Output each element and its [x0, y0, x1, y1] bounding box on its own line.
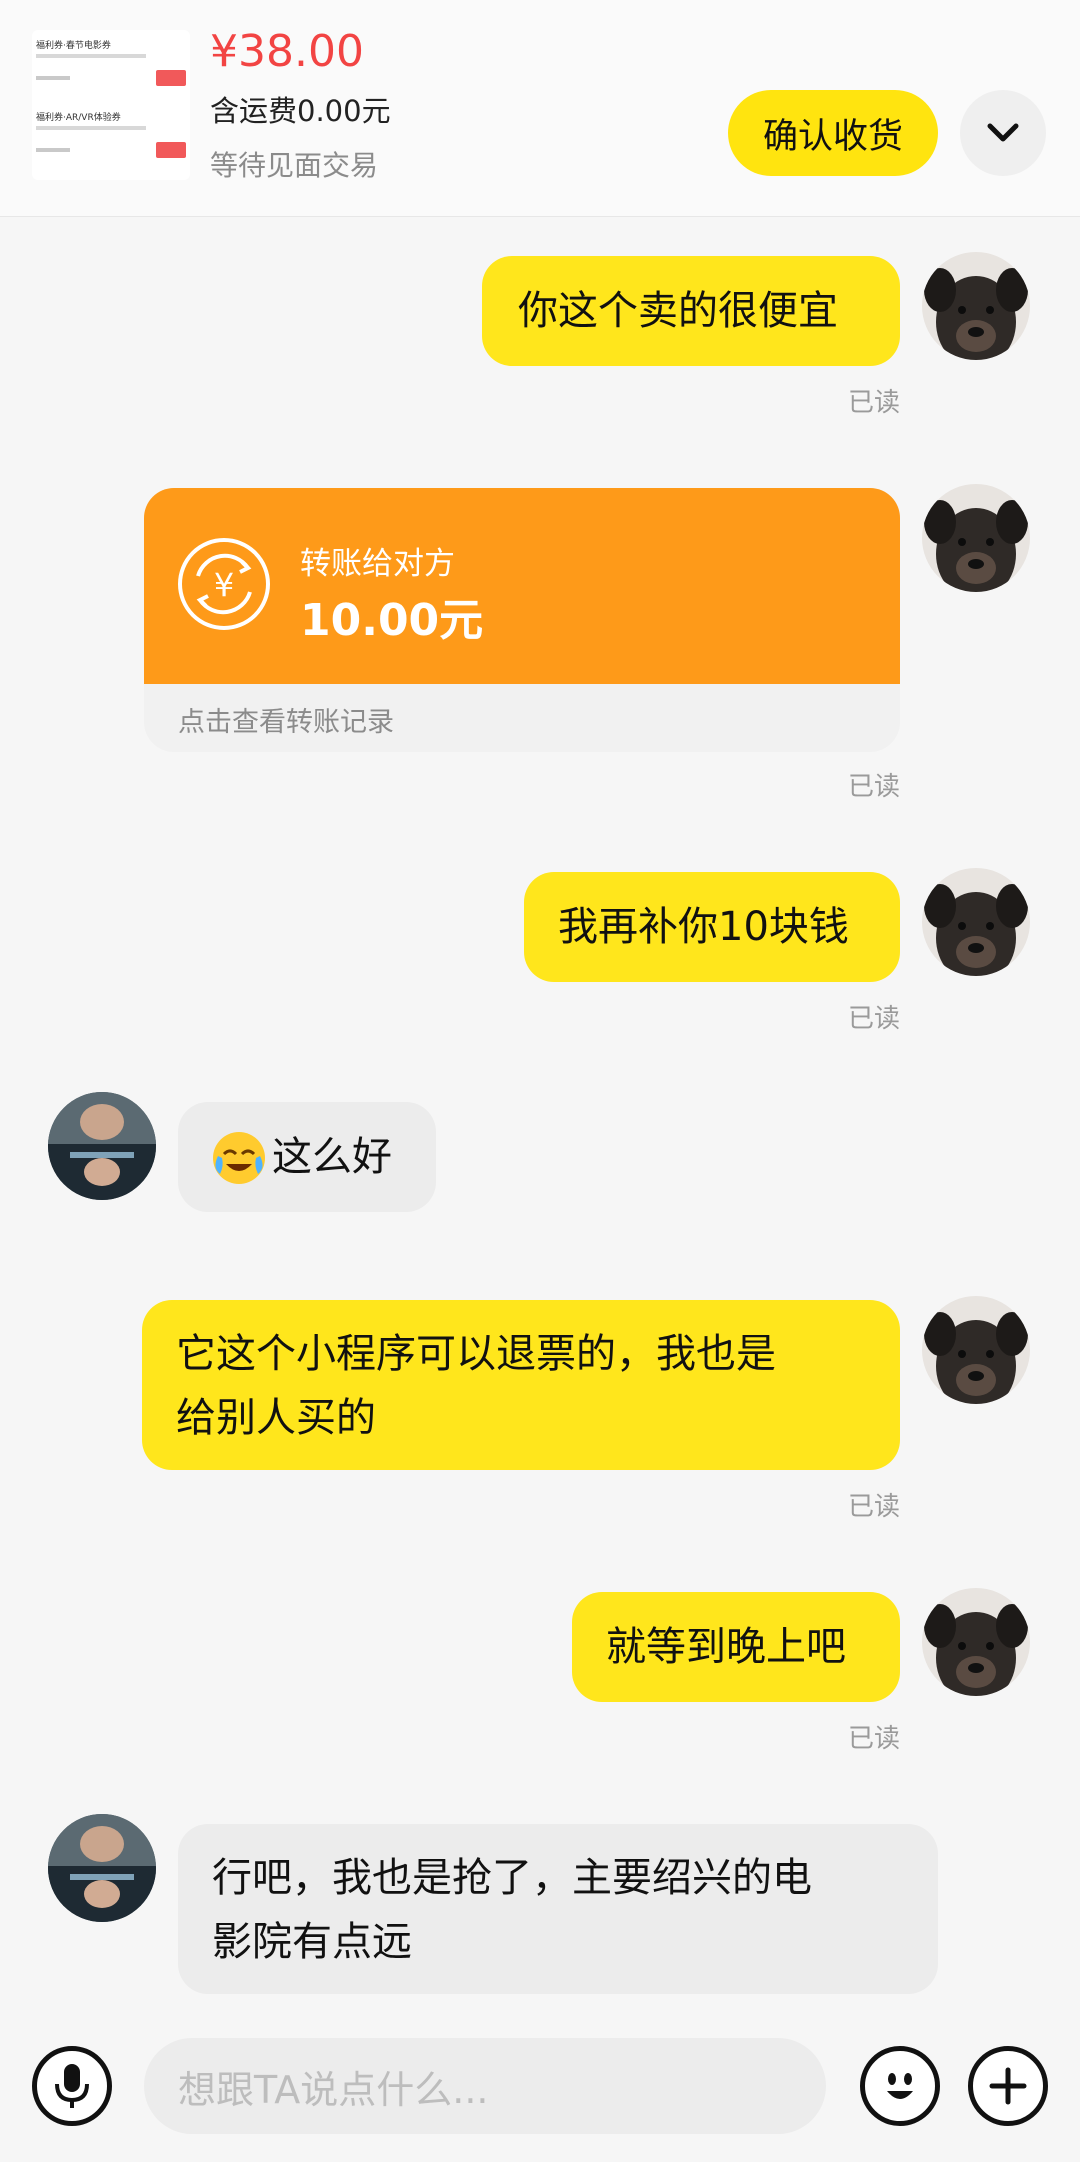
- message-bubble[interactable]: 行吧，我也是抢了，主要绍兴的电 影院有点远: [178, 1824, 938, 1994]
- transfer-amount: 10.00元: [300, 595, 484, 646]
- message-text: 你这个卖的很便宜: [518, 288, 838, 334]
- expand-button[interactable]: [960, 90, 1046, 176]
- message-bubble[interactable]: 你这个卖的很便宜: [482, 256, 900, 366]
- yuan-transfer-icon: ¥: [178, 538, 270, 630]
- other-user-avatar[interactable]: [48, 1814, 156, 1922]
- message-input[interactable]: 想跟TA说点什么...: [144, 2038, 826, 2134]
- read-receipt: 已读: [847, 772, 900, 802]
- read-receipt: 已读: [847, 1492, 900, 1522]
- voice-button[interactable]: [32, 2046, 112, 2126]
- my-avatar[interactable]: [922, 484, 1030, 592]
- message-text-line: 行吧，我也是抢了，主要绍兴的电: [212, 1855, 812, 1901]
- message-bubble[interactable]: 它这个小程序可以退票的，我也是 给别人买的: [142, 1300, 900, 1470]
- message-text-line: 影院有点远: [212, 1919, 412, 1965]
- view-transfer-record-link[interactable]: 点击查看转账记录: [178, 700, 394, 739]
- thumbnail-row-title: 福利券·春节电影券: [36, 41, 111, 51]
- chevron-down-icon: [987, 123, 1019, 142]
- message-bubble[interactable]: 我再补你10块钱: [524, 872, 900, 982]
- plus-icon: [989, 2067, 1027, 2105]
- crying-laughing-emoji-icon: [213, 1132, 265, 1184]
- other-user-avatar[interactable]: [48, 1092, 156, 1200]
- message-text: 就等到晚上吧: [606, 1624, 846, 1670]
- message-bubble[interactable]: 就等到晚上吧: [572, 1592, 900, 1702]
- message-text-line: 它这个小程序可以退票的，我也是: [176, 1331, 776, 1377]
- thumbnail-line: [36, 126, 146, 130]
- confirm-receipt-button[interactable]: 确认收货: [728, 90, 938, 176]
- my-avatar[interactable]: [922, 1588, 1030, 1696]
- transfer-card[interactable]: ¥ 转账给对方 10.00元 点击查看转账记录: [144, 488, 900, 752]
- message-text: 这么好: [272, 1134, 392, 1180]
- thumbnail-row-title: 福利券·AR/VR体验券: [36, 113, 121, 123]
- add-more-button[interactable]: [968, 2046, 1048, 2126]
- thumbnail-tag: [36, 76, 70, 80]
- message-text: 我再补你10块钱: [558, 904, 849, 950]
- order-price: ¥38.00: [210, 26, 364, 77]
- read-receipt: 已读: [847, 1004, 900, 1034]
- thumbnail-row: 福利券·春节电影券: [36, 38, 186, 98]
- thumbnail-tag: [36, 148, 70, 152]
- thumbnail-row: 福利券·AR/VR体验券: [36, 110, 186, 170]
- thumbnail-red-button: [156, 142, 186, 158]
- svg-text:¥: ¥: [214, 566, 234, 604]
- order-header: 福利券·春节电影券 福利券·AR/VR体验券 ¥38.00 含运费0.00元 等…: [0, 0, 1080, 217]
- smiley-icon: [887, 2073, 913, 2099]
- my-avatar[interactable]: [922, 868, 1030, 976]
- message-text-line: 给别人买的: [176, 1395, 376, 1441]
- product-thumbnail[interactable]: 福利券·春节电影券 福利券·AR/VR体验券: [32, 30, 190, 180]
- my-avatar[interactable]: [922, 1296, 1030, 1404]
- emoji-button[interactable]: [860, 2046, 940, 2126]
- transfer-card-header: ¥ 转账给对方 10.00元: [144, 488, 900, 684]
- message-bubble[interactable]: 这么好: [178, 1102, 436, 1212]
- order-status: 等待见面交易: [210, 149, 379, 182]
- thumbnail-line: [36, 54, 146, 58]
- read-receipt: 已读: [847, 388, 900, 418]
- transfer-label: 转账给对方: [300, 546, 455, 582]
- microphone-icon: [55, 2064, 89, 2108]
- shipping-fee: 含运费0.00元: [210, 94, 391, 128]
- my-avatar[interactable]: [922, 252, 1030, 360]
- read-receipt: 已读: [847, 1724, 900, 1754]
- thumbnail-red-button: [156, 70, 186, 86]
